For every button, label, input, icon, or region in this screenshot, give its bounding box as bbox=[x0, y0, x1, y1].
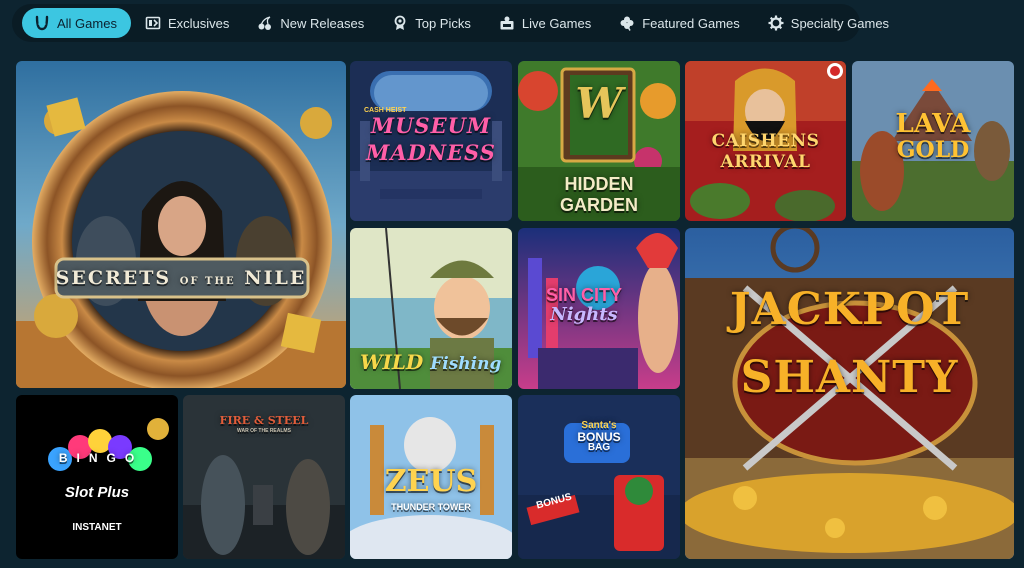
game-artwork bbox=[16, 395, 178, 559]
tab-all-games[interactable]: All Games bbox=[22, 8, 131, 38]
game-title: WILD Fishing bbox=[350, 352, 512, 373]
game-tile-fire-and-steel[interactable]: FIRE & STEEL WAR OF THE REALMS bbox=[183, 395, 345, 559]
game-title: SECRETS OF THE NILE bbox=[16, 269, 346, 288]
title-line: GOLD bbox=[896, 137, 970, 163]
horseshoe-icon bbox=[34, 15, 50, 31]
game-title: FIRE & STEEL bbox=[219, 414, 309, 427]
game-tile-zeus-thunder-tower[interactable]: ZEUS THUNDER TOWER bbox=[350, 395, 512, 559]
title-line: SIN CITY bbox=[545, 285, 622, 305]
tab-label: Exclusives bbox=[167, 15, 230, 31]
title-line: ARRIVAL bbox=[720, 152, 811, 172]
game-subtitle: WAR OF THE REALMS bbox=[237, 428, 291, 434]
title-word: NILE bbox=[244, 267, 307, 289]
clover-icon bbox=[619, 15, 635, 31]
tab-featured-games[interactable]: Featured Games bbox=[605, 8, 754, 38]
game-tile-jackpot-shanty[interactable]: JACKPOT SHANTY bbox=[685, 228, 1014, 559]
game-tile-secrets-of-the-nile[interactable]: SECRETS OF THE NILE bbox=[16, 61, 346, 388]
tab-specialty-games[interactable]: Specialty Games bbox=[754, 8, 903, 38]
title-line: MUSEUM bbox=[370, 113, 492, 138]
cherries-icon bbox=[257, 15, 273, 31]
exclusive-tag-icon bbox=[145, 15, 161, 31]
game-subtitle: Slot Plus bbox=[64, 484, 130, 501]
provider-brand: INSTANET bbox=[72, 522, 122, 533]
game-tile-lava-gold[interactable]: LAVA GOLD bbox=[852, 61, 1014, 221]
title-line: CAISHENS bbox=[711, 131, 820, 151]
tab-label: New Releases bbox=[280, 15, 365, 31]
gear-icon bbox=[768, 15, 784, 31]
game-emblem: W bbox=[575, 79, 623, 128]
game-title: HIDDEN GARDEN bbox=[518, 175, 680, 214]
tab-label: Live Games bbox=[521, 15, 592, 31]
game-title: CAISHENS ARRIVAL bbox=[685, 133, 846, 171]
title-word: OF THE bbox=[179, 276, 236, 287]
game-tile-santas-bonus-bag[interactable]: Santa's BONUS BAG BONUS bbox=[518, 395, 680, 559]
game-title: MUSEUM MADNESS bbox=[350, 115, 512, 163]
tab-label: Top Picks bbox=[415, 15, 471, 31]
tab-label: All Games bbox=[57, 15, 117, 31]
title-line: Nights bbox=[550, 304, 618, 325]
game-tile-hidden-garden[interactable]: W HIDDEN GARDEN bbox=[518, 61, 680, 221]
game-title: LAVA GOLD bbox=[852, 111, 1014, 161]
live-dealer-icon bbox=[499, 15, 515, 31]
title-line: LAVA bbox=[895, 109, 971, 139]
title-line: HIDDEN bbox=[564, 174, 634, 194]
medal-icon bbox=[392, 15, 408, 31]
title-word: Fishing bbox=[430, 354, 502, 374]
game-title: SIN CITY Nights bbox=[518, 286, 680, 324]
tab-exclusives[interactable]: Exclusives bbox=[131, 8, 243, 38]
game-tile-museum-madness[interactable]: CASH HEIST MUSEUM MADNESS bbox=[350, 61, 512, 221]
title-line: ZEUS bbox=[384, 464, 478, 499]
game-title: JACKPOT SHANTY bbox=[685, 288, 1014, 400]
game-title: ZEUS THUNDER TOWER bbox=[350, 467, 512, 512]
title-line: MADNESS bbox=[366, 140, 496, 165]
tab-live-games[interactable]: Live Games bbox=[485, 8, 605, 38]
game-tile-bingo-slot-plus[interactable]: BINGO Slot Plus INSTANET bbox=[16, 395, 178, 559]
title-line: SHANTY bbox=[740, 352, 959, 403]
title-word: SECRETS bbox=[55, 267, 172, 289]
game-tile-sin-city-nights[interactable]: SIN CITY Nights bbox=[518, 228, 680, 389]
tab-label: Featured Games bbox=[642, 15, 740, 31]
title-word: WILD bbox=[360, 350, 424, 374]
game-title: Santa's BONUS BAG bbox=[518, 421, 680, 453]
game-title: BINGO bbox=[58, 451, 144, 465]
game-grid: SECRETS OF THE NILE CASH HEIST MUSEUM MA… bbox=[16, 61, 1014, 559]
title-line: THUNDER TOWER bbox=[391, 502, 471, 512]
game-tile-wild-fishing[interactable]: WILD Fishing bbox=[350, 228, 512, 389]
game-artwork bbox=[16, 61, 346, 388]
tab-top-picks[interactable]: Top Picks bbox=[378, 8, 485, 38]
title-line: BAG bbox=[587, 442, 611, 453]
title-line: GARDEN bbox=[559, 195, 638, 215]
title-line: JACKPOT bbox=[729, 284, 970, 335]
game-tile-caishens-arrival[interactable]: CAISHENS ARRIVAL bbox=[685, 61, 846, 221]
tab-new-releases[interactable]: New Releases bbox=[243, 8, 378, 38]
category-tabbar: All Games Exclusives New Releases Top Pi… bbox=[12, 4, 889, 42]
tab-label: Specialty Games bbox=[790, 15, 890, 31]
